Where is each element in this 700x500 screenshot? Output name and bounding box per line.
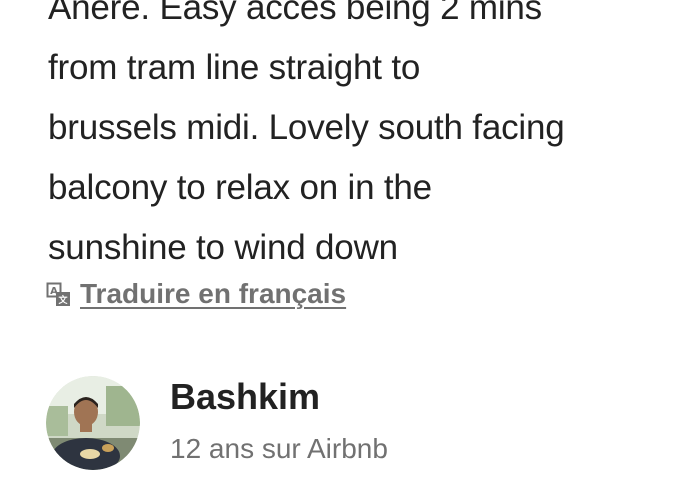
review-line: sunshine to wind down [48,228,398,267]
avatar[interactable] [46,376,140,470]
translate-icon: A 文 [46,282,71,307]
host-tenure: 12 ans sur Airbnb [170,433,388,464]
review-text: Anere. Easy acces being 2 mins from tram… [48,0,688,278]
host-info: Bashkim 12 ans sur Airbnb [170,374,388,468]
review-line: balcony to relax on in the [48,168,432,207]
review-line: Anere. Easy acces being 2 mins [48,0,542,27]
translate-link-row[interactable]: A 文 Traduire en français [46,276,346,312]
review-line: from tram line straight to [48,48,421,87]
host-profile[interactable]: Bashkim 12 ans sur Airbnb [46,376,388,470]
host-name[interactable]: Bashkim [170,374,388,420]
translate-link[interactable]: Traduire en français [80,278,346,310]
svg-text:文: 文 [57,294,68,306]
review-line: brussels midi. Lovely south facing [48,108,565,147]
